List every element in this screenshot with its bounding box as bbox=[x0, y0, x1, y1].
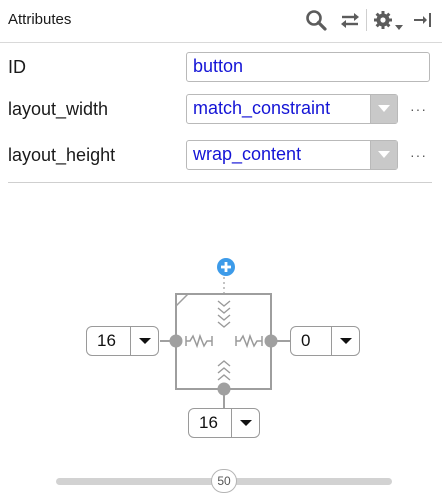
left-margin-dropdown-arrow[interactable] bbox=[130, 327, 159, 355]
bottom-margin-value: 16 bbox=[199, 413, 218, 432]
right-anchor-dot[interactable] bbox=[264, 334, 278, 348]
right-margin-value: 0 bbox=[301, 331, 311, 350]
horizontal-bias-slider-thumb[interactable]: 50 bbox=[211, 469, 237, 493]
left-margin-dropdown[interactable]: 16 bbox=[86, 326, 159, 356]
chevron-down-icon bbox=[139, 338, 151, 344]
left-anchor-dot[interactable] bbox=[169, 334, 183, 348]
right-margin-dropdown-arrow[interactable] bbox=[331, 327, 360, 355]
right-margin-dropdown[interactable]: 0 bbox=[290, 326, 360, 356]
chevron-down-icon bbox=[340, 338, 352, 344]
bottom-margin-dropdown[interactable]: 16 bbox=[188, 408, 260, 438]
left-margin-value: 16 bbox=[97, 331, 116, 350]
bottom-margin-dropdown-arrow[interactable] bbox=[231, 409, 260, 437]
plus-circle-icon[interactable] bbox=[217, 258, 235, 276]
chevron-down-icon bbox=[240, 420, 252, 426]
bottom-anchor-dot[interactable] bbox=[217, 382, 231, 396]
